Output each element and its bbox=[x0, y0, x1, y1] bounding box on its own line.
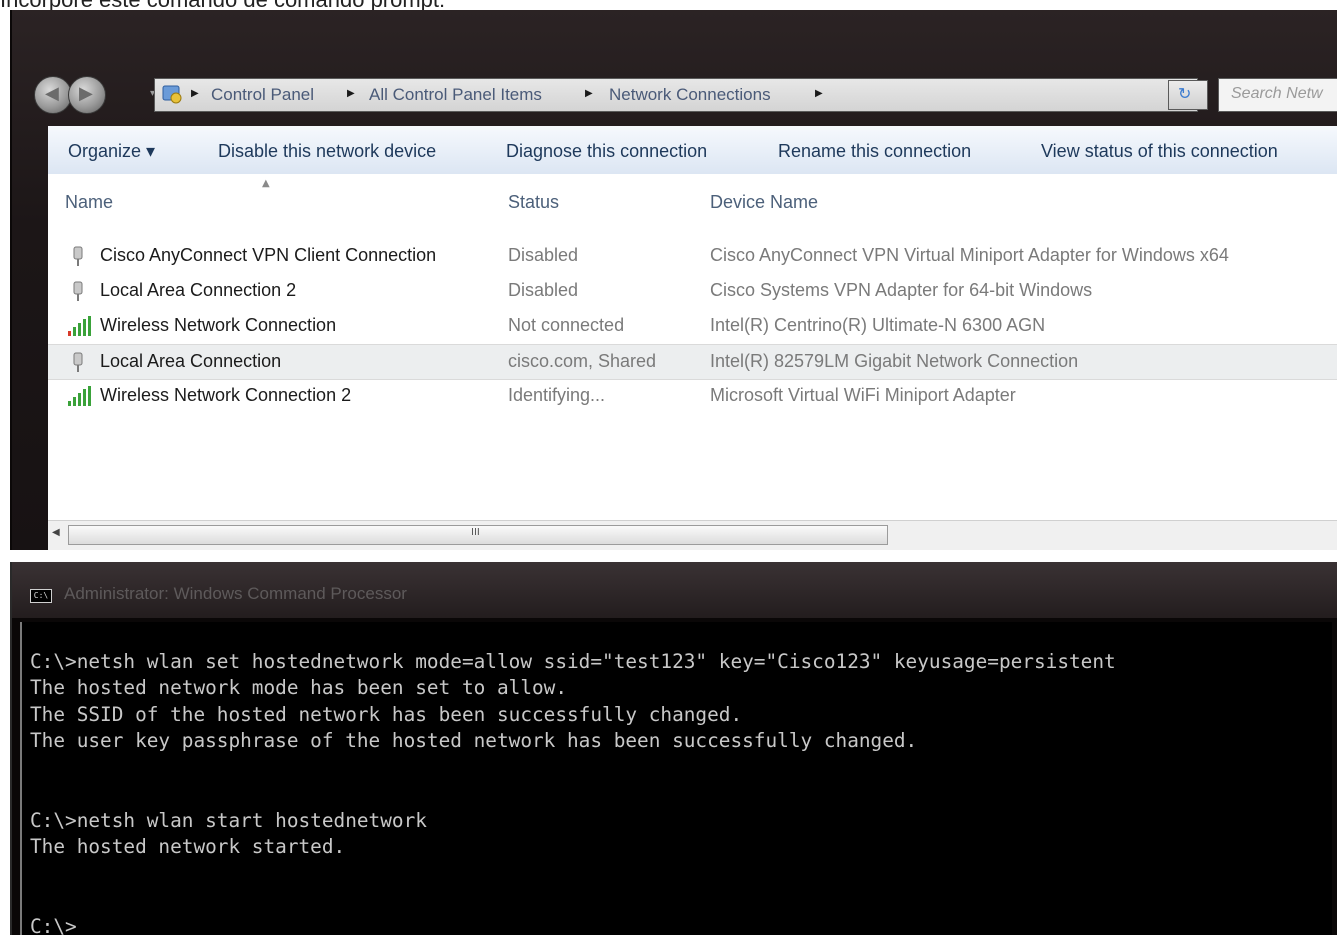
table-row[interactable]: Wireless Network Connection 2 Identifyin… bbox=[48, 379, 1337, 413]
network-plug-icon bbox=[73, 281, 83, 301]
terminal-line: The SSID of the hosted network has been … bbox=[30, 703, 743, 726]
table-row[interactable]: Local Area Connection 2 Disabled Cisco S… bbox=[48, 274, 1337, 308]
breadcrumb-network-connections[interactable]: Network Connections bbox=[609, 85, 771, 105]
connection-name: Local Area Connection bbox=[100, 351, 282, 371]
control-panel-icon bbox=[162, 85, 182, 104]
column-header-device-name[interactable]: Device Name bbox=[710, 192, 818, 213]
refresh-icon: ↻ bbox=[1178, 84, 1192, 103]
connection-name: Wireless Network Connection bbox=[100, 315, 337, 335]
breadcrumb-separator-icon[interactable]: ▶ bbox=[815, 88, 823, 99]
organize-button[interactable]: Organize ▾ bbox=[68, 141, 155, 162]
breadcrumb-control-panel[interactable]: Control Panel bbox=[211, 85, 314, 105]
wifi-signal-icon bbox=[68, 316, 91, 336]
column-header-name[interactable]: Name bbox=[65, 192, 113, 213]
diagnose-connection-button[interactable]: Diagnose this connection bbox=[506, 141, 707, 162]
table-row[interactable]: Wireless Network Connection Not connecte… bbox=[48, 309, 1337, 343]
device-name: Microsoft Virtual WiFi Miniport Adapter bbox=[710, 385, 1016, 405]
device-name: Intel(R) Centrino(R) Ultimate-N 6300 AGN bbox=[710, 315, 1046, 335]
terminal-line: The user key passphrase of the hosted ne… bbox=[30, 729, 918, 752]
forward-arrow-icon: ▶ bbox=[79, 83, 93, 104]
connection-status: Identifying... bbox=[508, 385, 606, 405]
connection-status: Not connected bbox=[508, 315, 625, 335]
terminal-line: C:\>netsh wlan start hostednetwork bbox=[30, 809, 427, 832]
scrollbar-grip: III bbox=[471, 527, 480, 538]
connection-status: Disabled bbox=[508, 280, 579, 300]
network-plug-icon bbox=[73, 352, 83, 372]
command-bar: Organize ▾ Disable this network device D… bbox=[48, 126, 1337, 175]
breadcrumb-separator-icon[interactable]: ▶ bbox=[347, 88, 355, 99]
terminal-line: The hosted network started. bbox=[30, 835, 346, 858]
breadcrumb-all-control-panel-items[interactable]: All Control Panel Items bbox=[369, 85, 542, 105]
connection-name: Local Area Connection 2 bbox=[100, 280, 297, 300]
connection-name: Cisco AnyConnect VPN Client Connection bbox=[100, 245, 437, 265]
connection-status: cisco.com, Shared bbox=[508, 351, 657, 371]
table-row[interactable]: Local Area Connection cisco.com, Shared … bbox=[48, 344, 1337, 380]
rename-connection-button[interactable]: Rename this connection bbox=[778, 141, 971, 162]
connection-status: Disabled bbox=[508, 245, 579, 265]
device-name: Intel(R) 82579LM Gigabit Network Connect… bbox=[710, 351, 1079, 371]
cmd-app-icon: C:\ bbox=[30, 589, 52, 603]
terminal-line: The hosted network mode has been set to … bbox=[30, 676, 568, 699]
table-row[interactable]: Cisco AnyConnect VPN Client Connection D… bbox=[48, 239, 1337, 273]
wifi-signal-icon bbox=[68, 386, 91, 406]
navigation-buttons: ◀ ▶ ▾ bbox=[34, 76, 155, 116]
search-input[interactable]: Search Netw bbox=[1218, 78, 1337, 112]
network-connections-window: ◀ ▶ ▾ ▶ Control Panel ▶ All Control Pane… bbox=[10, 10, 1337, 550]
device-name: Cisco AnyConnect VPN Virtual Miniport Ad… bbox=[710, 245, 1229, 265]
cmd-title-bar[interactable]: C:\ Administrator: Windows Command Proce… bbox=[12, 562, 1337, 618]
command-prompt-window: C:\ Administrator: Windows Command Proce… bbox=[10, 562, 1337, 935]
forward-button[interactable]: ▶ bbox=[68, 76, 106, 114]
connection-name: Wireless Network Connection 2 bbox=[100, 385, 352, 405]
terminal-output[interactable]: C:\>netsh wlan set hostednetwork mode=al… bbox=[20, 622, 1332, 935]
sort-ascending-icon: ▲ bbox=[262, 178, 270, 189]
page-caption: Incorpore este comando de comando prompt… bbox=[0, 0, 1337, 10]
back-arrow-icon: ◀ bbox=[45, 83, 59, 104]
scroll-left-icon[interactable]: ◀ bbox=[52, 527, 60, 538]
back-button[interactable]: ◀ bbox=[34, 76, 72, 114]
breadcrumb-separator-icon[interactable]: ▶ bbox=[585, 88, 593, 99]
column-header-status[interactable]: Status bbox=[508, 192, 559, 213]
horizontal-scrollbar[interactable]: ◀ III bbox=[48, 520, 1337, 550]
terminal-prompt[interactable]: C:\>_ bbox=[30, 914, 88, 935]
connections-list: Name ▲ Status Device Name Cisco AnyConne… bbox=[48, 174, 1337, 520]
scrollbar-thumb[interactable]: III bbox=[68, 525, 888, 545]
terminal-line: C:\>netsh wlan set hostednetwork mode=al… bbox=[30, 650, 1116, 673]
address-bar[interactable]: ▶ Control Panel ▶ All Control Panel Item… bbox=[154, 78, 1198, 112]
breadcrumb-separator-icon: ▶ bbox=[191, 88, 199, 99]
disable-device-button[interactable]: Disable this network device bbox=[218, 141, 436, 162]
cmd-window-title: Administrator: Windows Command Processor bbox=[64, 584, 407, 603]
device-name: Cisco Systems VPN Adapter for 64-bit Win… bbox=[710, 280, 1093, 300]
view-status-button[interactable]: View status of this connection bbox=[1041, 141, 1278, 162]
network-plug-icon bbox=[73, 246, 83, 266]
refresh-button[interactable]: ↻ bbox=[1168, 80, 1208, 110]
